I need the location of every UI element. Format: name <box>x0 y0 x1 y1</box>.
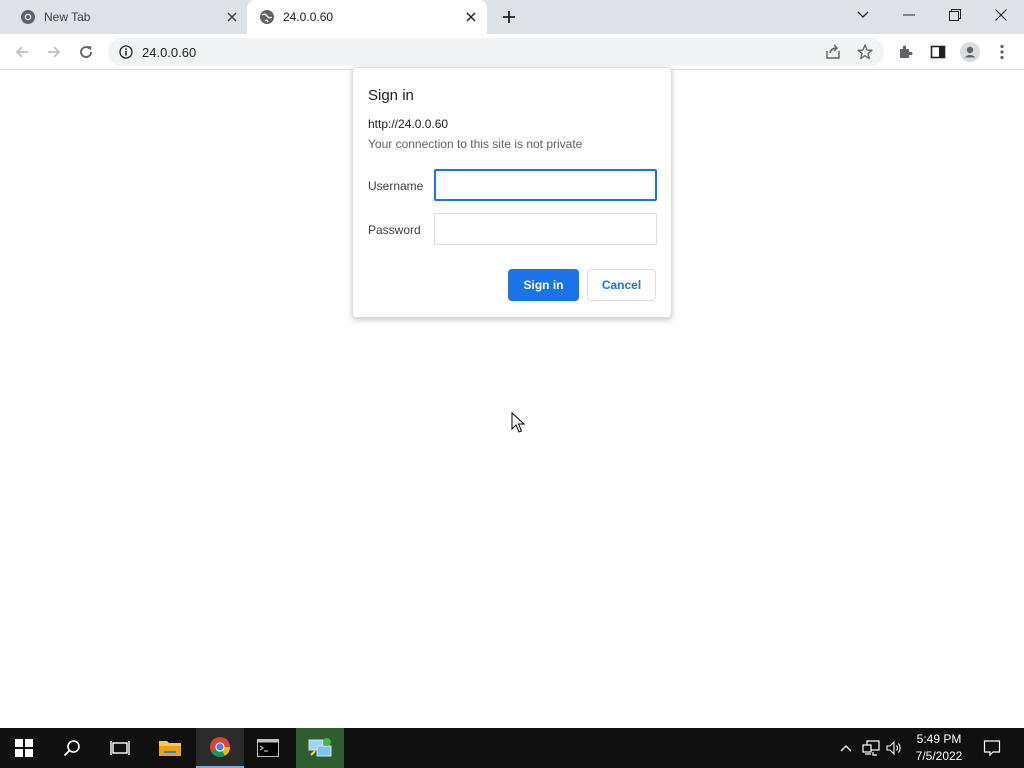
search-button[interactable] <box>48 728 96 768</box>
taskbar-clock[interactable]: 5:49 PM 7/5/2022 <box>900 731 978 765</box>
notification-icon <box>983 740 1001 757</box>
tab-search-button[interactable] <box>840 0 886 30</box>
profile-button[interactable] <box>958 40 982 64</box>
file-explorer-icon <box>159 741 181 756</box>
plus-icon <box>503 11 515 23</box>
clock-time: 5:49 PM <box>916 732 962 746</box>
terminal-button[interactable] <box>244 728 292 768</box>
taskbar: 5:49 PM 7/5/2022 <box>0 728 1024 768</box>
more-vert-icon <box>1000 44 1004 60</box>
tab-new-tab[interactable]: New Tab <box>8 0 244 34</box>
terminal-icon <box>257 739 279 757</box>
close-icon <box>995 9 1007 21</box>
start-button[interactable] <box>0 728 48 768</box>
site-info-icon[interactable] <box>118 44 134 60</box>
chevron-up-icon <box>840 745 852 752</box>
start-icon <box>15 739 33 757</box>
tab-strip: New Tab 24.0.0.60 <box>0 0 1024 34</box>
share-icon[interactable] <box>824 43 842 61</box>
address-bar[interactable]: 24.0.0.60 <box>108 38 884 66</box>
avatar-icon <box>960 42 980 62</box>
forward-button[interactable] <box>42 40 66 64</box>
search-icon <box>63 740 80 757</box>
menu-button[interactable] <box>990 40 1014 64</box>
notifications-button[interactable] <box>980 728 1004 768</box>
tab-title: New Tab <box>44 10 91 24</box>
network-status-button[interactable] <box>860 728 882 768</box>
restore-button[interactable] <box>932 0 978 30</box>
dialog-title: Sign in <box>368 87 414 104</box>
side-panel-icon <box>930 45 946 59</box>
arrow-left-icon <box>15 46 28 58</box>
chrome-taskbar-button[interactable] <box>196 728 244 768</box>
bookmark-star-icon[interactable] <box>856 43 874 61</box>
sign-in-dialog: Sign in http://24.0.0.60 Your connection… <box>352 67 672 318</box>
arrow-right-icon <box>48 46 61 58</box>
network-tool-button[interactable] <box>296 728 344 768</box>
restore-icon <box>949 9 961 21</box>
reload-icon <box>80 46 92 58</box>
close-tab-icon[interactable] <box>463 9 479 25</box>
task-view-icon <box>110 741 130 755</box>
dialog-origin: http://24.0.0.60 <box>368 117 449 131</box>
privacy-warning: Your connection to this site is not priv… <box>368 137 583 151</box>
tab-24-0-0-60[interactable]: 24.0.0.60 <box>247 0 487 34</box>
network-icon <box>862 740 880 756</box>
minimize-button[interactable] <box>886 0 932 30</box>
side-panel-button[interactable] <box>926 40 950 64</box>
password-field[interactable] <box>434 213 657 245</box>
clock-date: 7/5/2022 <box>915 749 963 763</box>
browser-toolbar: 24.0.0.60 <box>0 34 1024 70</box>
network-tool-icon <box>308 738 332 757</box>
url-text[interactable]: 24.0.0.60 <box>142 45 196 60</box>
sign-in-button[interactable]: Sign in <box>508 269 579 301</box>
task-view-button[interactable] <box>96 728 144 768</box>
extensions-button[interactable] <box>894 40 918 64</box>
close-window-button[interactable] <box>978 0 1024 30</box>
mouse-cursor-icon <box>511 412 525 433</box>
chrome-icon <box>210 737 230 757</box>
show-hidden-icons-button[interactable] <box>836 728 856 768</box>
reload-button[interactable] <box>74 40 98 64</box>
username-label: Username <box>368 179 424 193</box>
new-tab-button[interactable] <box>499 7 519 27</box>
globe-icon <box>259 9 275 25</box>
chrome-icon <box>20 9 36 25</box>
puzzle-icon <box>900 45 913 58</box>
chevron-down-icon <box>857 11 869 18</box>
minimize-icon <box>903 14 915 16</box>
file-explorer-button[interactable] <box>146 728 194 768</box>
tab-title: 24.0.0.60 <box>283 10 334 24</box>
back-button[interactable] <box>10 40 34 64</box>
password-label: Password <box>368 223 421 237</box>
username-field[interactable] <box>434 169 657 201</box>
close-tab-icon[interactable] <box>224 9 240 25</box>
cancel-button[interactable]: Cancel <box>587 269 656 301</box>
